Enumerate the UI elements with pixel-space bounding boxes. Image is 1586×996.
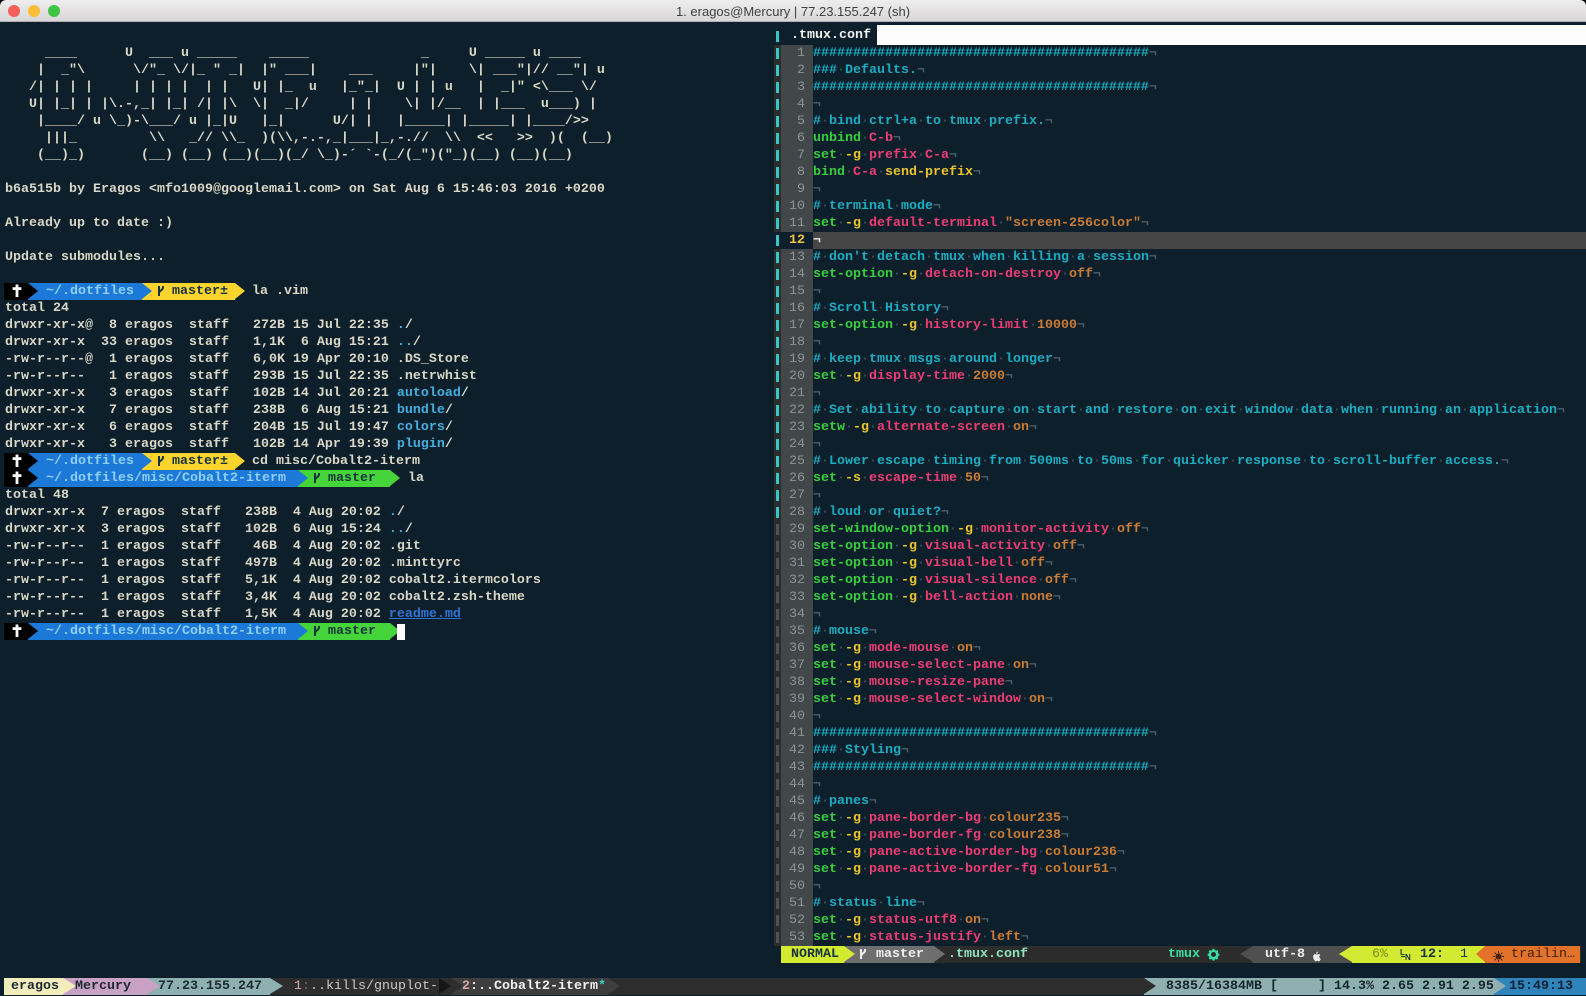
- svg-text:N: N: [1405, 953, 1411, 961]
